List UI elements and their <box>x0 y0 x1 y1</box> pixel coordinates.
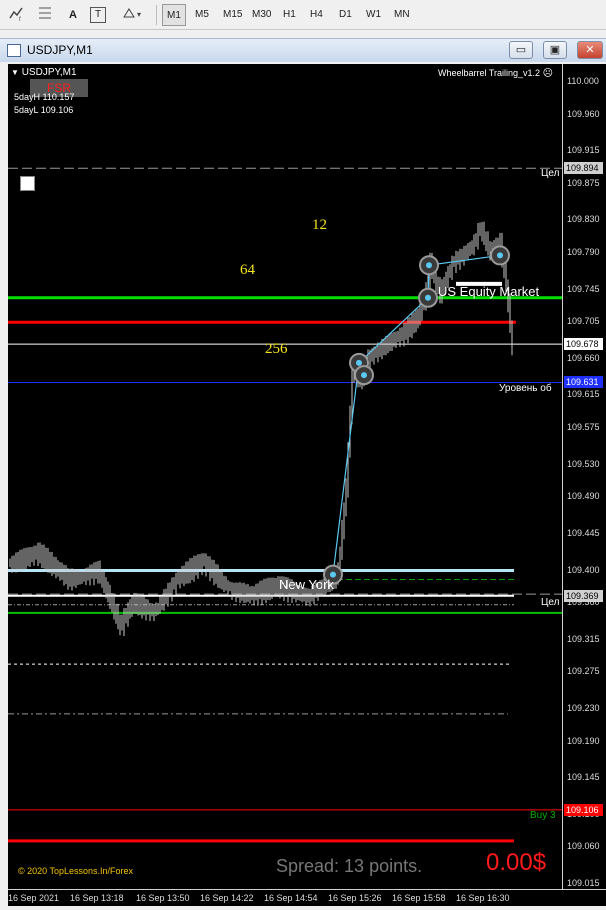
chart-toolbar: f A T ▾ M1 M5 M15 M30 H1 H4 D1 W1 MN <box>0 0 606 30</box>
new-york-label: New York <box>279 577 334 592</box>
price-tick-label: 109.660 <box>567 352 600 363</box>
chart-window-titlebar: USDJPY,M1 ▭ ▣ ✕ <box>0 38 606 62</box>
restore-button[interactable]: ▣ <box>543 41 567 59</box>
five-day-high: 5dayH 110.157 <box>14 92 75 102</box>
five-day-low: 5dayL 109.106 <box>14 105 74 115</box>
price-tick-label: 109.915 <box>567 145 600 156</box>
price-tick-label: 109.060 <box>567 841 600 852</box>
symbol-label-text: USDJPY,M1 <box>21 67 77 78</box>
chart-checkbox[interactable] <box>20 176 35 191</box>
price-tick-label: 109.445 <box>567 527 600 538</box>
time-tick-label: 16 Sep 2021 <box>8 893 60 903</box>
price-tick-label: 109.530 <box>567 458 600 469</box>
indicator-smiley-icon: ☹ <box>542 68 554 79</box>
price-tick-label: 109.400 <box>567 564 600 575</box>
time-tick-label: 16 Sep 16:30 <box>456 893 510 903</box>
copyright: © 2020 TopLessons.In/Forex <box>18 866 134 876</box>
timeframe-m15-button[interactable]: M15 <box>219 4 246 26</box>
time-tick-label: 16 Sep 13:50 <box>136 893 190 903</box>
price-tick-label: 109.275 <box>567 666 600 677</box>
price-tick-label: 109.960 <box>567 108 600 119</box>
timeframe-m30-button[interactable]: M30 <box>248 4 275 26</box>
svg-text:f: f <box>19 17 21 22</box>
text-tool-icon[interactable]: A <box>62 4 84 26</box>
spread-label: Spread: 13 points. <box>276 856 423 876</box>
minimize-button[interactable]: ▭ <box>509 41 533 59</box>
price-marker-box: 109.678 <box>564 338 603 351</box>
timeframe-w1-button[interactable]: W1 <box>362 4 385 26</box>
price-tick-label: 109.575 <box>567 422 600 433</box>
swing-point-center <box>361 372 367 379</box>
objects-dropdown-icon[interactable]: ▾ <box>120 4 148 26</box>
us-equity-market-label: US Equity Market <box>438 284 540 299</box>
price-tick-label: 109.145 <box>567 772 600 783</box>
price-tick-label: 109.490 <box>567 491 600 502</box>
chart-window-icon <box>7 44 21 57</box>
swing-point-center <box>356 359 362 366</box>
target-label-top: Цел <box>541 168 560 179</box>
profit-label: 0.00$ <box>486 849 547 876</box>
time-tick-label: 16 Sep 14:54 <box>264 893 318 903</box>
price-chart[interactable]: ▼ USDJPY,M1 FSR 5dayH 110.157 5dayL 109.… <box>8 64 606 906</box>
label-tool-icon[interactable]: T <box>90 7 106 23</box>
price-tick-label: 110.000 <box>567 76 599 86</box>
price-tick-label: 109.315 <box>567 633 600 644</box>
trendline <box>332 254 501 575</box>
indicator-name: Wheelbarrel Trailing_v1.2 ☹ <box>438 68 553 79</box>
close-button[interactable]: ✕ <box>577 41 603 59</box>
price-axis[interactable]: 110.000 109.960 109.915 109.875 109.830 109.7… <box>562 64 606 889</box>
time-tick-label: 16 Sep 13:18 <box>70 893 124 903</box>
price-tick-label: 109.745 <box>567 283 600 294</box>
period-separator-icon[interactable] <box>34 4 56 26</box>
time-tick-label: 16 Sep 15:26 <box>328 893 382 903</box>
timeframe-h4-button[interactable]: H4 <box>306 4 327 26</box>
price-marker-box: 109.369 <box>564 589 603 602</box>
fib-label-64: 64 <box>240 262 255 278</box>
timeframe-m1-button[interactable]: M1 <box>162 4 186 26</box>
chart-canvas <box>8 167 562 843</box>
fib-label-12: 12 <box>312 217 327 233</box>
window-title: USDJPY,M1 <box>27 43 93 57</box>
price-tick-label: 109.705 <box>567 316 600 327</box>
price-tick-label: 109.790 <box>567 246 600 257</box>
timeframe-m5-button[interactable]: M5 <box>191 4 213 26</box>
price-tick-label: 109.615 <box>567 389 600 400</box>
price-marker-box: 109.894 <box>564 162 603 175</box>
level-label: Уровень об <box>499 383 552 394</box>
buy-label: Buy 3 <box>530 810 556 821</box>
indicator-icon[interactable]: f <box>6 4 28 26</box>
time-tick-label: 16 Sep 15:58 <box>392 893 446 903</box>
chart-menu-icon[interactable]: ▼ <box>11 68 19 77</box>
swing-point-center <box>497 252 503 259</box>
price-tick-label: 109.230 <box>567 702 600 713</box>
time-axis[interactable]: 16 Sep 2021 16 Sep 13:18 16 Sep 13:50 16 Se… <box>8 889 606 906</box>
chart-plot-area[interactable]: ▼ USDJPY,M1 FSR 5dayH 110.157 5dayL 109.… <box>8 64 562 889</box>
metatrader-app: f A T ▾ M1 M5 M15 M30 H1 H4 D1 W1 MN USDJPY,M1 ▭… <box>0 0 606 910</box>
toolbar-separator <box>156 5 157 25</box>
price-tick-label: 109.015 <box>567 878 600 888</box>
fib-label-256: 256 <box>265 341 288 357</box>
price-tick-label: 109.830 <box>567 214 600 225</box>
price-tick-label: 109.875 <box>567 177 600 188</box>
timeframe-h1-button[interactable]: H1 <box>279 4 300 26</box>
timeframe-d1-button[interactable]: D1 <box>335 4 356 26</box>
swing-point-center <box>425 294 431 301</box>
symbol-label: ▼ USDJPY,M1 <box>11 67 77 78</box>
indicator-name-text: Wheelbarrel Trailing_v1.2 <box>438 68 541 78</box>
swing-point-center <box>426 262 432 269</box>
timeframe-mn-button[interactable]: MN <box>390 4 414 26</box>
svg-text:▾: ▾ <box>137 10 141 19</box>
price-marker-box: 109.631 <box>564 376 603 389</box>
price-tick-label: 109.190 <box>567 735 600 746</box>
time-tick-label: 16 Sep 14:22 <box>200 893 254 903</box>
target-label-bottom: Цел <box>541 597 560 608</box>
price-marker-box: 109.106 <box>564 803 603 816</box>
